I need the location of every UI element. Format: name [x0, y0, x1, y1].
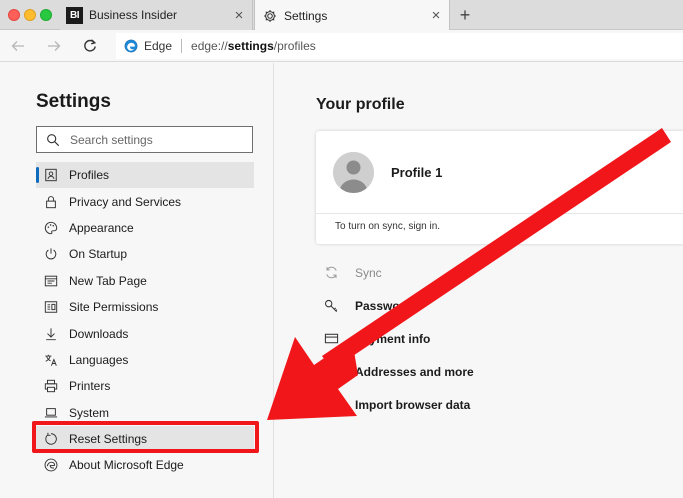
arrow-right-icon	[48, 41, 61, 51]
url-scheme: edge://	[191, 39, 228, 53]
maximize-window-button[interactable]	[40, 9, 52, 21]
sidebar-item-label: New Tab Page	[69, 273, 147, 288]
settings-menu: Profiles Privacy and Services Appearance…	[36, 162, 254, 479]
sidebar-item-label: Downloads	[69, 326, 129, 341]
sidebar-item-appearance[interactable]: Appearance	[36, 215, 254, 241]
list-item-passwords[interactable]: Passwords	[323, 289, 683, 322]
edge-icon	[44, 458, 58, 472]
sidebar-item-about[interactable]: About Microsoft Edge	[36, 452, 254, 478]
divider	[316, 213, 683, 214]
section-heading: Your profile	[316, 96, 405, 113]
list-item-import[interactable]: Import browser data	[323, 388, 683, 421]
sidebar-item-label: About Microsoft Edge	[69, 458, 184, 473]
sidebar-item-new-tab-page[interactable]: New Tab Page	[36, 268, 254, 294]
address-icon	[323, 364, 339, 380]
profile-card: Profile 1 To turn on sync, sign in.	[316, 131, 683, 244]
close-window-button[interactable]	[8, 9, 20, 21]
back-button[interactable]	[8, 36, 28, 56]
list-item-addresses[interactable]: Addresses and more	[323, 355, 683, 388]
search-input[interactable]	[70, 132, 240, 147]
gear-icon	[263, 9, 277, 23]
sidebar-item-label: Reset Settings	[69, 432, 148, 447]
credit-card-icon	[323, 331, 339, 347]
palette-icon	[44, 221, 58, 235]
profile-name: Profile 1	[391, 165, 443, 180]
list-item-sync[interactable]: Sync	[323, 256, 683, 289]
sidebar-item-on-startup[interactable]: On Startup	[36, 241, 254, 267]
toolbar: Edge edge://settings/profiles	[0, 30, 683, 62]
sidebar-item-languages[interactable]: Languages	[36, 347, 254, 373]
tab-title: Settings	[284, 8, 328, 23]
business-insider-logo-icon: BI	[66, 6, 83, 24]
sidebar-item-site-permissions[interactable]: Site Permissions	[36, 294, 254, 320]
address-bar[interactable]: Edge edge://settings/profiles	[116, 33, 683, 59]
sidebar-item-privacy[interactable]: Privacy and Services	[36, 188, 254, 214]
sync-hint: To turn on sync, sign in.	[335, 221, 441, 232]
power-icon	[44, 247, 58, 261]
profiles-icon	[44, 168, 58, 182]
reload-button[interactable]	[80, 36, 100, 56]
tab-settings[interactable]: Settings ×	[254, 0, 450, 31]
tab-business-insider[interactable]: BI Business Insider ×	[60, 0, 253, 30]
avatar[interactable]	[333, 152, 374, 193]
import-icon	[323, 397, 339, 413]
site-permissions-icon	[44, 300, 58, 314]
list-item-label: Import browser data	[355, 397, 471, 412]
arrow-left-icon	[11, 41, 24, 51]
browser-label: Edge	[144, 39, 173, 53]
sidebar-item-profiles[interactable]: Profiles	[36, 162, 254, 189]
page-title: Settings	[36, 91, 111, 112]
reload-icon	[84, 39, 97, 52]
sidebar-item-printers[interactable]: Printers	[36, 373, 254, 399]
sidebar-item-label: Languages	[69, 352, 129, 367]
sidebar-item-label: Printers	[69, 379, 111, 394]
new-tab-page-icon	[44, 274, 58, 288]
person-icon	[333, 152, 374, 193]
sidebar-item-downloads[interactable]: Downloads	[36, 320, 254, 346]
download-icon	[44, 327, 58, 341]
tab-close-icon[interactable]: ×	[429, 8, 443, 23]
list-item-label: Payment info	[355, 331, 431, 346]
tab-title: Business Insider	[89, 8, 178, 22]
settings-sidebar: Settings Profiles Privacy and Services A…	[0, 63, 274, 498]
sidebar-item-label: Appearance	[69, 220, 134, 235]
printer-icon	[44, 379, 58, 393]
url-host: settings	[227, 39, 274, 53]
edge-icon	[124, 39, 138, 53]
laptop-icon	[44, 406, 58, 420]
languages-icon	[44, 353, 58, 367]
profile-settings-list: Sync Passwords Payment info Addresses an…	[323, 256, 683, 421]
list-item-label: Sync	[355, 265, 382, 280]
sidebar-item-reset-settings[interactable]: Reset Settings	[36, 425, 254, 453]
sync-icon	[323, 265, 339, 281]
list-item-payment-info[interactable]: Payment info	[323, 322, 683, 355]
minimize-window-button[interactable]	[24, 9, 36, 21]
address-separator	[181, 39, 183, 53]
sidebar-item-label: System	[69, 405, 110, 420]
sidebar-item-label: Privacy and Services	[69, 194, 182, 209]
key-icon	[323, 298, 339, 314]
main-content: Your profile Profile 1 To turn on sync, …	[275, 63, 683, 498]
url-path: /profiles	[273, 39, 316, 53]
list-item-label: Addresses and more	[355, 364, 474, 379]
tab-strip: BI Business Insider × Settings × +	[0, 0, 683, 31]
sidebar-item-label: Site Permissions	[69, 300, 159, 315]
search-box[interactable]	[36, 126, 253, 153]
list-item-label: Passwords	[355, 298, 419, 313]
sidebar-item-label: On Startup	[69, 247, 128, 262]
new-tab-button[interactable]: +	[455, 5, 475, 25]
forward-button[interactable]	[44, 36, 64, 56]
sidebar-item-label: Profiles	[69, 168, 110, 183]
lock-icon	[44, 195, 58, 209]
sidebar-item-system[interactable]: System	[36, 400, 254, 426]
tab-close-icon[interactable]: ×	[232, 8, 246, 23]
search-icon	[47, 133, 60, 146]
reset-icon	[44, 432, 58, 446]
